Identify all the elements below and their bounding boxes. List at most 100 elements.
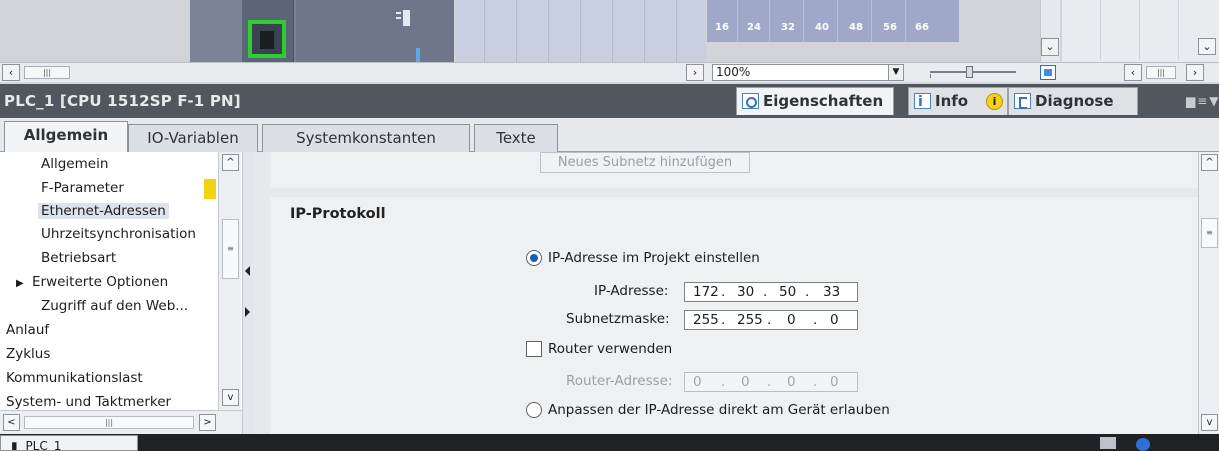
tab-general[interactable]: Allgemein bbox=[4, 121, 128, 153]
ip-octet: 33 bbox=[823, 284, 841, 300]
radio-set-in-project-label: IP-Adresse im Projekt einstellen bbox=[548, 250, 760, 266]
content-scroll-thumb[interactable]: ≡ bbox=[1201, 218, 1218, 248]
chevron-down-icon: ⌄ bbox=[1045, 40, 1055, 53]
chevron-down-icon: ⌄ bbox=[1202, 40, 1212, 53]
subnet-octet: 0 bbox=[830, 312, 839, 328]
nav-item-f-parameters[interactable]: F-Parameter bbox=[41, 180, 124, 196]
tab-diagnostics-label: Diagnose bbox=[1035, 92, 1114, 110]
address-number: 16 bbox=[715, 22, 729, 33]
diagnostics-icon bbox=[1014, 93, 1031, 109]
nav-horizontal-scrollbar[interactable]: < ||| > bbox=[0, 410, 242, 434]
restore-icon[interactable]: ▆ bbox=[1186, 94, 1197, 108]
address-number: 48 bbox=[849, 22, 863, 33]
subnet-octet: 255 bbox=[737, 312, 763, 328]
chevron-down-icon[interactable]: v bbox=[222, 389, 239, 406]
nav-vertical-scrollbar[interactable]: ^ ≡ v bbox=[218, 152, 241, 410]
tab-info-label: Info bbox=[935, 92, 969, 110]
tab-io-tags[interactable]: IO-Variablen bbox=[128, 124, 258, 152]
dropdown-arrow-icon[interactable]: ▼ bbox=[888, 65, 903, 80]
zoom-select[interactable]: 100% ▼ bbox=[712, 64, 904, 81]
chevron-left-icon[interactable]: < bbox=[3, 414, 20, 431]
router-address-label: Router-Adresse: bbox=[566, 373, 673, 389]
window-controls[interactable]: ▆≡▼ bbox=[1186, 94, 1219, 108]
nav-item-web-server-access[interactable]: Zugriff auf den Web... bbox=[41, 298, 188, 314]
menu-icon[interactable]: ≡ bbox=[1197, 94, 1209, 108]
zoom-slider-track[interactable] bbox=[930, 71, 1016, 73]
expand-arrow-icon[interactable]: ▶ bbox=[16, 278, 24, 289]
router-octet: 0 bbox=[693, 374, 702, 390]
use-router-label: Router verwenden bbox=[548, 341, 673, 357]
inspector-tabs: Allgemein IO-Variablen Systemkonstanten … bbox=[0, 118, 1219, 153]
nav-item-label: Erweiterte Optionen bbox=[32, 274, 169, 290]
chevron-right-icon[interactable]: > bbox=[199, 414, 216, 431]
radio-set-in-project[interactable] bbox=[526, 250, 542, 266]
nav-item-advanced-options[interactable]: ▶ Erweiterte Optionen bbox=[16, 274, 168, 290]
tab-system-constants[interactable]: Systemkonstanten bbox=[262, 124, 470, 152]
scroll-left-button[interactable]: ‹ bbox=[2, 64, 20, 81]
router-octet: 0 bbox=[787, 374, 796, 390]
collapse-icon[interactable]: ▼ bbox=[1209, 94, 1219, 108]
status-check-icon bbox=[1136, 438, 1150, 451]
horizontal-scroll-thumb[interactable]: ||| bbox=[24, 66, 70, 79]
ip-address-label: IP-Adresse: bbox=[594, 283, 669, 299]
device-view-toolbar: ‹ ||| › 100% ▼ ‹ ||| › bbox=[0, 62, 1219, 82]
router-octet: 0 bbox=[741, 374, 750, 390]
panel-splitter[interactable] bbox=[242, 152, 254, 434]
tab-diagnostics[interactable]: Diagnose bbox=[1008, 87, 1138, 115]
split-view-icon[interactable] bbox=[1100, 437, 1116, 449]
chevron-right-icon: › bbox=[692, 66, 698, 79]
horizontal-scroll-thumb[interactable]: ||| bbox=[1146, 66, 1176, 79]
navigation-tree: Allgemein F-Parameter Ethernet-Adressen … bbox=[0, 152, 270, 434]
nav-item-time-sync[interactable]: Uhrzeitsynchronisation bbox=[41, 226, 196, 242]
module-body bbox=[296, 0, 454, 62]
subnet-octet: 0 bbox=[787, 312, 796, 328]
subnet-card: Neues Subnetz hinzufügen bbox=[270, 152, 1198, 188]
status-marker bbox=[204, 179, 216, 199]
nav-item-system-clock-memory[interactable]: System- und Taktmerker bbox=[6, 394, 171, 410]
nav-item-ethernet-addresses[interactable]: Ethernet-Adressen bbox=[38, 203, 169, 219]
chevron-left-icon: ‹ bbox=[1130, 66, 1136, 79]
subnet-octet: 255 bbox=[693, 312, 719, 328]
properties-icon bbox=[742, 93, 759, 109]
nav-item-cycle[interactable]: Zyklus bbox=[6, 346, 50, 362]
chevron-down-icon[interactable]: v bbox=[1201, 414, 1218, 431]
plc-icon: ▮ bbox=[11, 439, 18, 451]
tab-properties[interactable]: Eigenschaften bbox=[736, 87, 894, 115]
expand-right-icon[interactable] bbox=[245, 307, 250, 317]
scroll-left-button[interactable]: ‹ bbox=[1124, 64, 1142, 81]
ethernet-port-icon[interactable] bbox=[248, 20, 286, 58]
tab-texts[interactable]: Texte bbox=[474, 124, 558, 152]
nav-scroll-thumb[interactable]: ≡ bbox=[222, 219, 239, 279]
led-indicator-icon bbox=[396, 10, 412, 26]
nav-item-startup[interactable]: Anlauf bbox=[6, 322, 49, 338]
ip-protocol-section: IP-Protokoll IP-Adresse im Projekt einst… bbox=[270, 197, 1198, 434]
scroll-right-button[interactable]: › bbox=[1186, 64, 1204, 81]
address-number: 24 bbox=[747, 22, 761, 33]
scroll-right-button[interactable]: › bbox=[686, 64, 704, 81]
zoom-slider-handle[interactable] bbox=[966, 66, 973, 78]
nav-item-communication-load[interactable]: Kommunikationslast bbox=[6, 370, 143, 386]
content-vertical-scrollbar[interactable]: ^ ≡ v bbox=[1198, 152, 1219, 434]
scroll-down-button[interactable]: ⌄ bbox=[1041, 38, 1059, 56]
radio-set-on-device[interactable] bbox=[526, 402, 542, 418]
tab-properties-label: Eigenschaften bbox=[763, 92, 884, 110]
chevron-up-icon[interactable]: ^ bbox=[222, 154, 239, 171]
inspector-title: PLC_1 [CPU 1512SP F-1 PN] bbox=[4, 92, 241, 110]
nav-item-general[interactable]: Allgemein bbox=[41, 156, 108, 172]
subnet-mask-label: Subnetzmaske: bbox=[566, 311, 670, 327]
nav-item-operating-mode[interactable]: Betriebsart bbox=[41, 250, 116, 266]
ip-octet: 50 bbox=[779, 284, 797, 300]
radio-set-on-device-label: Anpassen der IP-Adresse direkt am Gerät … bbox=[548, 402, 890, 418]
subnet-mask-field[interactable]: 255 . 255 . 0 . 0 bbox=[684, 310, 858, 330]
use-router-checkbox[interactable] bbox=[526, 341, 542, 357]
add-subnet-button[interactable]: Neues Subnetz hinzufügen bbox=[540, 152, 750, 173]
taskbar-item-plc[interactable]: ▮ PLC_1 bbox=[0, 435, 138, 451]
zoom-fit-icon[interactable] bbox=[1040, 65, 1056, 80]
nav-hscroll-thumb[interactable]: ||| bbox=[24, 416, 194, 429]
router-address-field[interactable]: 0 . 0 . 0 . 0 bbox=[684, 372, 858, 392]
zoom-slider-ticks bbox=[930, 74, 1016, 78]
scroll-down-button[interactable]: ⌄ bbox=[1198, 38, 1216, 55]
ip-address-field[interactable]: 172 . 30 . 50 . 33 bbox=[684, 282, 858, 302]
chevron-up-icon[interactable]: ^ bbox=[1201, 154, 1218, 171]
collapse-left-icon[interactable] bbox=[245, 266, 250, 276]
